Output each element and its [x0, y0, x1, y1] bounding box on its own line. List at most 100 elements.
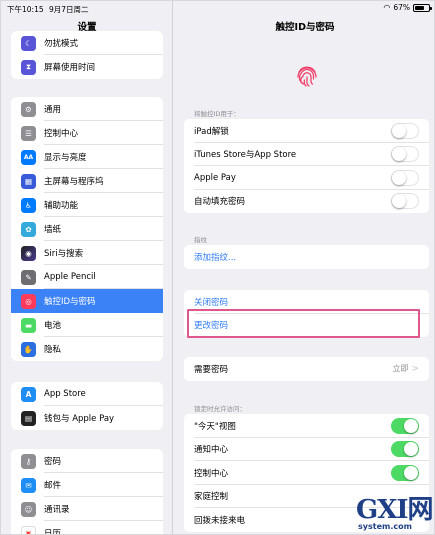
add-fingerprint-label: 添加指纹...	[194, 252, 237, 263]
sidebar-item-wallpaper[interactable]: ✿ 墙纸	[11, 217, 163, 241]
row-label: 自动填充密码	[194, 197, 246, 208]
chevron-right-icon: >	[411, 363, 419, 374]
switches-icon: ☰	[21, 125, 36, 141]
toggle-knob	[392, 123, 406, 138]
fingerprint-icon	[297, 66, 317, 87]
status-time-text: 下午10:15	[7, 5, 44, 14]
sidebar-item-label: Siri与搜索	[44, 249, 84, 259]
sidebar-item-label: 钱包与 Apple Pay	[44, 414, 115, 424]
row-control-center: 控制中心	[184, 461, 429, 485]
sidebar-item-home-screen[interactable]: ▦ 主屏幕与程序坞	[11, 169, 163, 193]
sidebar-item-battery[interactable]: ▬ 电池	[11, 313, 163, 337]
accessibility-icon: ♿	[21, 197, 36, 213]
sidebar-item-screen-time[interactable]: ⧗ 屏幕使用时间	[11, 55, 163, 79]
sidebar-item-label: Apple Pencil	[44, 272, 96, 282]
gear-icon: ⚙	[21, 101, 36, 117]
calendar-icon: ▣	[21, 525, 36, 534]
row-label: iPad解锁	[194, 126, 229, 137]
sidebar-item-label: 显示与亮度	[44, 153, 87, 163]
site-watermark-logo: GXI网 system.com	[356, 489, 434, 534]
sidebar-item-general[interactable]: ⚙ 通用	[11, 97, 163, 121]
itunes-app-store-toggle[interactable]	[391, 146, 419, 163]
key-icon: ⚷	[21, 453, 36, 469]
sidebar-item-label: 辅助功能	[44, 201, 79, 211]
sidebar-item-label: 邮件	[44, 481, 62, 491]
sidebar-item-accessibility[interactable]: ♿ 辅助功能	[11, 193, 163, 217]
toggle-knob	[392, 147, 406, 162]
settings-window: 设置 ☾ 勿扰模式 ⧗ 屏幕使用时间 ⚙ 通用 ☰ 控制中心 AA 显示与亮度	[0, 0, 435, 535]
sidebar-item-calendar[interactable]: ▣ 日历	[11, 521, 163, 535]
row-label: "今天"视图	[194, 421, 236, 432]
require-passcode-group: 需要密码 立即 >	[184, 357, 429, 381]
require-passcode-label: 需要密码	[194, 364, 229, 375]
flower-icon: ✿	[21, 221, 36, 237]
sidebar-item-label: 电池	[44, 321, 62, 331]
text-size-icon: AA	[21, 149, 36, 165]
change-passcode-highlight	[187, 309, 420, 338]
wallet-icon: ▤	[21, 410, 36, 426]
pencil-icon: ✎	[21, 269, 36, 285]
toggle-knob	[404, 442, 418, 457]
toggle-knob	[404, 418, 418, 433]
sidebar-item-contacts[interactable]: ☺ 通讯录	[11, 497, 163, 521]
sidebar-item-apple-pencil[interactable]: ✎ Apple Pencil	[11, 265, 163, 289]
fingerprints-group: 添加指纹...	[184, 245, 429, 269]
sidebar-item-label: 日历	[44, 529, 62, 535]
row-notification-center: 通知中心	[184, 438, 429, 462]
turn-off-passcode-label: 关闭密码	[194, 297, 229, 308]
row-today-view: "今天"视图	[184, 414, 429, 438]
sidebar-item-label: 通用	[44, 105, 62, 115]
require-passcode-value: 立即	[392, 364, 409, 374]
hourglass-icon: ⧗	[21, 59, 36, 75]
row-ipad-unlock: iPad解锁	[184, 119, 429, 143]
sidebar-group-general: ⚙ 通用 ☰ 控制中心 AA 显示与亮度 ▦ 主屏幕与程序坞 ♿ 辅助功能 ✿ …	[11, 97, 163, 361]
apple-pay-toggle[interactable]	[391, 169, 419, 186]
sidebar-item-passwords[interactable]: ⚷ 密码	[11, 449, 163, 473]
sidebar-item-label: App Store	[44, 389, 86, 399]
control-center-toggle[interactable]	[391, 464, 419, 481]
require-passcode-row[interactable]: 需要密码 立即 >	[184, 357, 429, 381]
toggle-knob	[392, 170, 406, 185]
sidebar-item-label: 主屏幕与程序坞	[44, 177, 104, 187]
today-view-toggle[interactable]	[391, 417, 419, 434]
sidebar-item-label: 触控ID与密码	[44, 297, 96, 307]
sidebar-item-label: 勿扰模式	[44, 39, 79, 49]
sidebar-item-label: 隐私	[44, 345, 62, 355]
touch-id-pane: 触控ID与密码 将触控ID用于： iPad解锁 iTunes Store与App…	[174, 1, 434, 534]
siri-icon: ◉	[21, 245, 36, 261]
contacts-icon: ☺	[21, 501, 36, 517]
sidebar-item-label: 控制中心	[44, 129, 79, 139]
sidebar-item-label: 通讯录	[44, 505, 70, 515]
sidebar-item-wallet[interactable]: ▤ 钱包与 Apple Pay	[11, 406, 163, 430]
sidebar-item-siri[interactable]: ◉ Siri与搜索	[11, 241, 163, 265]
moon-icon: ☾	[21, 35, 36, 51]
sidebar-item-display[interactable]: AA 显示与亮度	[11, 145, 163, 169]
autofill-passwords-toggle[interactable]	[391, 193, 419, 210]
section-label-use-for: 将触控ID用于：	[194, 110, 240, 118]
add-fingerprint-button[interactable]: 添加指纹...	[184, 245, 429, 269]
sidebar-group-store: A App Store ▤ 钱包与 Apple Pay	[11, 382, 163, 430]
row-label: Apple Pay	[194, 172, 236, 183]
row-itunes-app-store: iTunes Store与App Store	[184, 143, 429, 167]
toggle-knob	[404, 465, 418, 480]
row-label: 控制中心	[194, 468, 229, 479]
sidebar-item-control-center[interactable]: ☰ 控制中心	[11, 121, 163, 145]
page-title: 触控ID与密码	[275, 22, 335, 33]
watermark-logo-text: GXI网	[356, 495, 434, 525]
grid-icon: ▦	[21, 173, 36, 189]
sidebar-item-privacy[interactable]: ✋ 隐私	[11, 337, 163, 361]
hand-icon: ✋	[21, 341, 36, 357]
sidebar-group-apps: ⚷ 密码 ✉ 邮件 ☺ 通讯录 ▣ 日历	[11, 449, 163, 535]
sidebar-item-app-store[interactable]: A App Store	[11, 382, 163, 406]
sidebar-item-touch-id[interactable]: ◎ 触控ID与密码	[11, 289, 163, 313]
sidebar-group-focus: ☾ 勿扰模式 ⧗ 屏幕使用时间	[11, 31, 163, 79]
mail-icon: ✉	[21, 477, 36, 493]
row-label: iTunes Store与App Store	[194, 150, 297, 161]
status-time: 下午10:15 9月7日周二	[7, 4, 89, 15]
app-store-icon: A	[21, 386, 36, 402]
ipad-unlock-toggle[interactable]	[391, 122, 419, 139]
sidebar-item-do-not-disturb[interactable]: ☾ 勿扰模式	[11, 31, 163, 55]
sidebar-item-mail[interactable]: ✉ 邮件	[11, 473, 163, 497]
notification-center-toggle[interactable]	[391, 441, 419, 458]
row-apple-pay: Apple Pay	[184, 166, 429, 190]
